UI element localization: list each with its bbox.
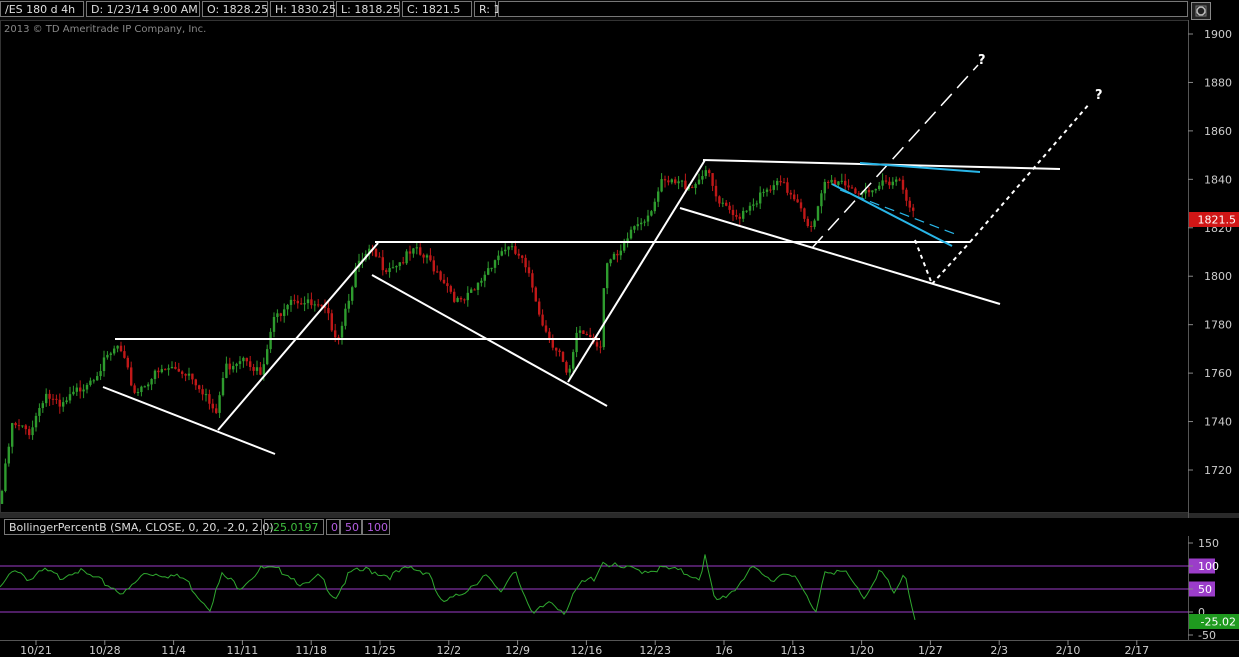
price-tick-label: 1860 xyxy=(1204,125,1232,138)
candle xyxy=(374,248,378,258)
candle xyxy=(405,249,408,265)
open-field: O: 1828.25 xyxy=(202,1,268,17)
time-tick-label: 12/23 xyxy=(639,644,671,657)
study-name[interactable]: BollingerPercentB (SMA, CLOSE, 0, 20, -2… xyxy=(4,519,274,535)
close-field: C: 1821.5 xyxy=(402,1,472,17)
annotation-question-2: ? xyxy=(1095,88,1103,103)
time-tick-label: 2/3 xyxy=(990,644,1008,657)
time-tick-label: 2/17 xyxy=(1124,644,1149,657)
candle xyxy=(561,351,565,363)
time-tick-label: 12/9 xyxy=(505,644,530,657)
chart-header: /ES 180 d 4h D: 1/23/14 9:00 AM O: 1828.… xyxy=(0,0,1190,20)
candle xyxy=(816,205,820,221)
candle xyxy=(582,330,585,335)
price-tick-label: 1760 xyxy=(1204,367,1232,380)
time-tick-label: 10/28 xyxy=(89,644,121,657)
price-tick-label: 1780 xyxy=(1204,319,1232,332)
time-tick-label: 12/16 xyxy=(571,644,603,657)
bar-date-field: D: 1/23/14 9:00 AM xyxy=(86,1,200,17)
study-tick-label: 50 xyxy=(1198,583,1212,596)
last-price-tag: 1821.5 xyxy=(1189,212,1239,227)
candle xyxy=(602,288,605,350)
time-tick-label: 11/18 xyxy=(295,644,327,657)
study-current-tag: -25.02 xyxy=(1189,614,1239,629)
last-price-label: 1821.5 xyxy=(1198,214,1237,227)
candle xyxy=(4,458,7,493)
time-tick-label: 11/4 xyxy=(161,644,186,657)
study-tick-label: 100 xyxy=(1198,560,1219,573)
study-level-50: 50 xyxy=(340,519,362,535)
candle xyxy=(534,286,537,302)
price-tick-label: 1900 xyxy=(1204,28,1232,41)
study-tick-label: 150 xyxy=(1198,537,1219,550)
price-tick-label: 1880 xyxy=(1204,76,1232,89)
price-tick-label: 1840 xyxy=(1204,173,1232,186)
range-field: R: 12 xyxy=(474,1,508,17)
candle xyxy=(0,489,4,504)
symbol-field[interactable]: /ES 180 d 4h xyxy=(0,1,84,17)
annotation-question-1: ? xyxy=(978,53,986,68)
high-field: H: 1830.25 xyxy=(270,1,336,17)
price-tick-label: 1800 xyxy=(1204,270,1232,283)
header-empty-field xyxy=(498,1,1188,17)
study-header: BollingerPercentB (SMA, CLOSE, 0, 20, -2… xyxy=(0,518,1190,536)
study-level-100: 100 xyxy=(362,519,390,535)
chart-settings-icon[interactable] xyxy=(1191,2,1211,20)
study-level-0: 0 xyxy=(326,519,340,535)
price-tick-label: 1720 xyxy=(1204,464,1232,477)
candle xyxy=(7,443,10,467)
copyright-text: 2013 © TD Ameritrade IP Company, Inc. xyxy=(4,24,207,35)
time-tick-label: 1/6 xyxy=(715,644,733,657)
time-tick-label: 11/11 xyxy=(227,644,259,657)
time-tick-label: 2/10 xyxy=(1056,644,1081,657)
price-chart: 1900188018601840182018001780176017401720… xyxy=(0,0,1239,657)
time-tick-label: 1/13 xyxy=(780,644,805,657)
time-tick-label: 10/21 xyxy=(20,644,52,657)
study-value: -25.0197 xyxy=(264,519,324,535)
low-field: L: 1818.25 xyxy=(336,1,400,17)
time-tick-label: 1/20 xyxy=(849,644,874,657)
time-tick-label: 12/2 xyxy=(436,644,461,657)
study-current-label: -25.02 xyxy=(1201,616,1236,629)
time-tick-label: 1/27 xyxy=(918,644,943,657)
time-tick-label: 11/25 xyxy=(364,644,396,657)
price-tick-label: 1740 xyxy=(1204,416,1232,429)
candle xyxy=(572,349,575,373)
